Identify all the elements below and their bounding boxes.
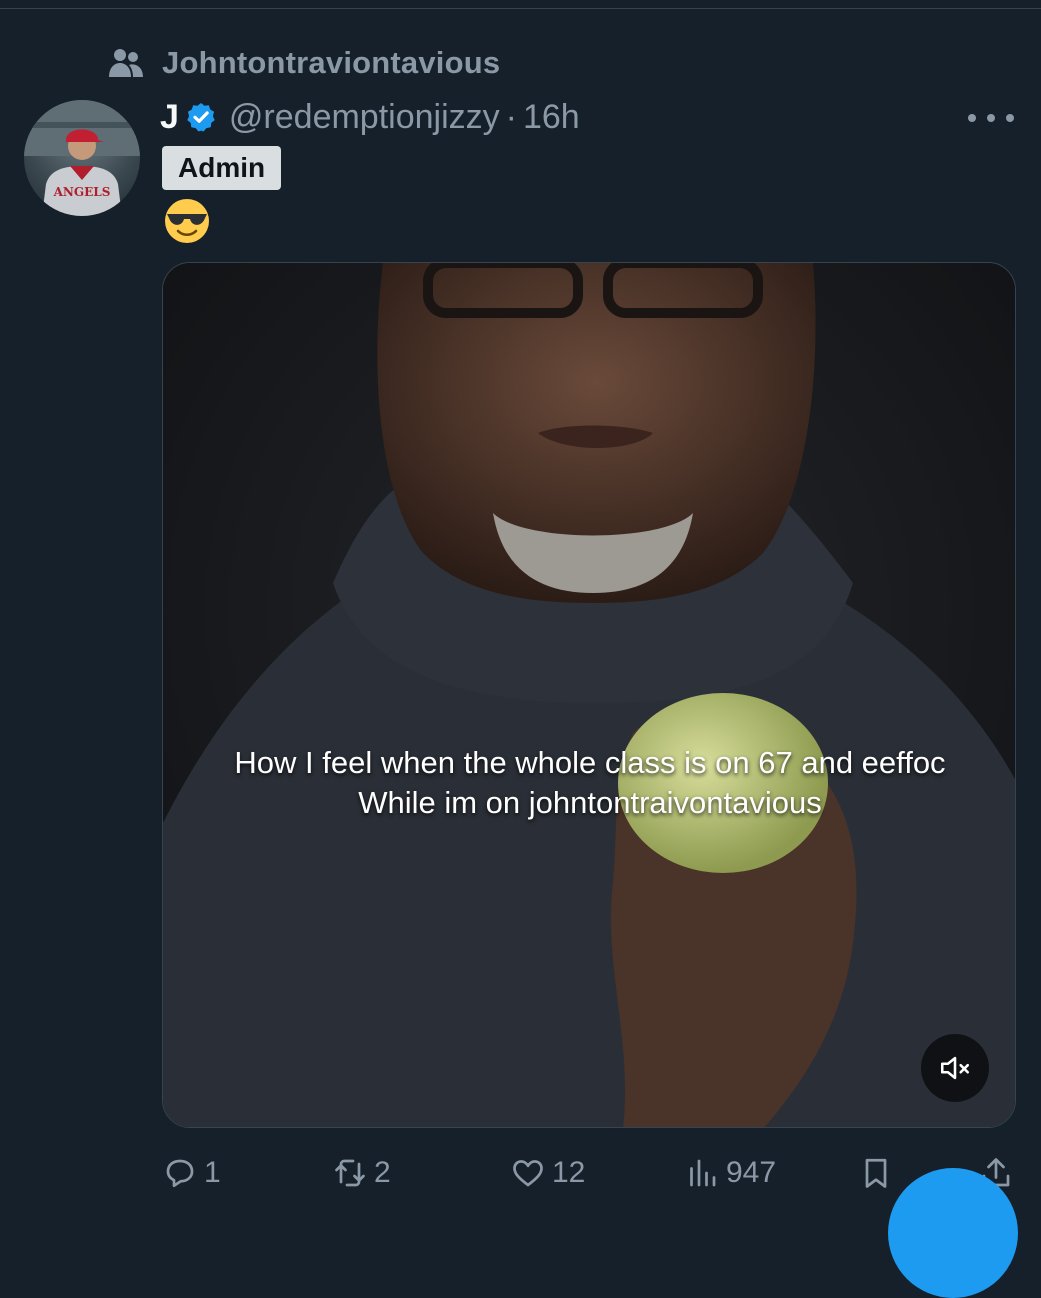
repost-button[interactable]: 2 xyxy=(332,1148,391,1198)
volume-muted-icon xyxy=(940,1056,970,1080)
community-name[interactable]: Johntontraviontavious xyxy=(162,45,500,81)
video-caption: How I feel when the whole class is on 67… xyxy=(163,743,1015,823)
top-divider xyxy=(0,8,1041,9)
repost-icon xyxy=(335,1159,365,1187)
video-player[interactable]: How I feel when the whole class is on 67… xyxy=(162,262,1016,1128)
author-name[interactable]: J xyxy=(160,98,179,137)
more-options-button[interactable] xyxy=(968,104,1014,132)
reply-count: 1 xyxy=(204,1156,221,1189)
reply-button[interactable]: 1 xyxy=(162,1148,221,1198)
unmute-button[interactable] xyxy=(921,1034,989,1102)
repost-count: 2 xyxy=(374,1156,391,1189)
post-text xyxy=(162,196,212,246)
more-icon xyxy=(968,114,976,122)
views-chart-icon xyxy=(690,1159,716,1187)
verified-badge-icon xyxy=(187,103,215,132)
video-frame xyxy=(163,263,1015,1127)
community-icon xyxy=(109,49,143,77)
author-handle[interactable]: @redemptionjizzy xyxy=(229,98,500,137)
avatar[interactable]: ANGELS xyxy=(24,100,140,216)
reply-icon xyxy=(166,1159,194,1188)
sunglasses-emoji-icon xyxy=(165,199,209,243)
like-button[interactable]: 12 xyxy=(510,1148,585,1198)
views-button[interactable]: 947 xyxy=(684,1148,776,1198)
post-action-bar: 1 2 12 947 xyxy=(162,1148,1032,1198)
like-count: 12 xyxy=(552,1156,586,1189)
separator-dot: · xyxy=(505,97,517,136)
caption-line-1: How I feel when the whole class is on 67… xyxy=(234,745,946,780)
caption-line-2: While im on johntontraivontavious xyxy=(358,785,822,820)
post-header: J @redemptionjizzy · 16h xyxy=(160,94,580,140)
bookmark-button[interactable] xyxy=(858,1148,894,1198)
role-badge: Admin xyxy=(162,146,282,190)
community-context[interactable]: Johntontraviontavious xyxy=(106,40,500,86)
view-count: 947 xyxy=(726,1156,777,1189)
svg-text:ANGELS: ANGELS xyxy=(53,185,111,199)
bookmark-icon xyxy=(865,1158,887,1188)
post-timestamp[interactable]: 16h xyxy=(523,98,580,137)
heart-icon xyxy=(513,1160,543,1187)
compose-button[interactable] xyxy=(888,1168,1018,1298)
